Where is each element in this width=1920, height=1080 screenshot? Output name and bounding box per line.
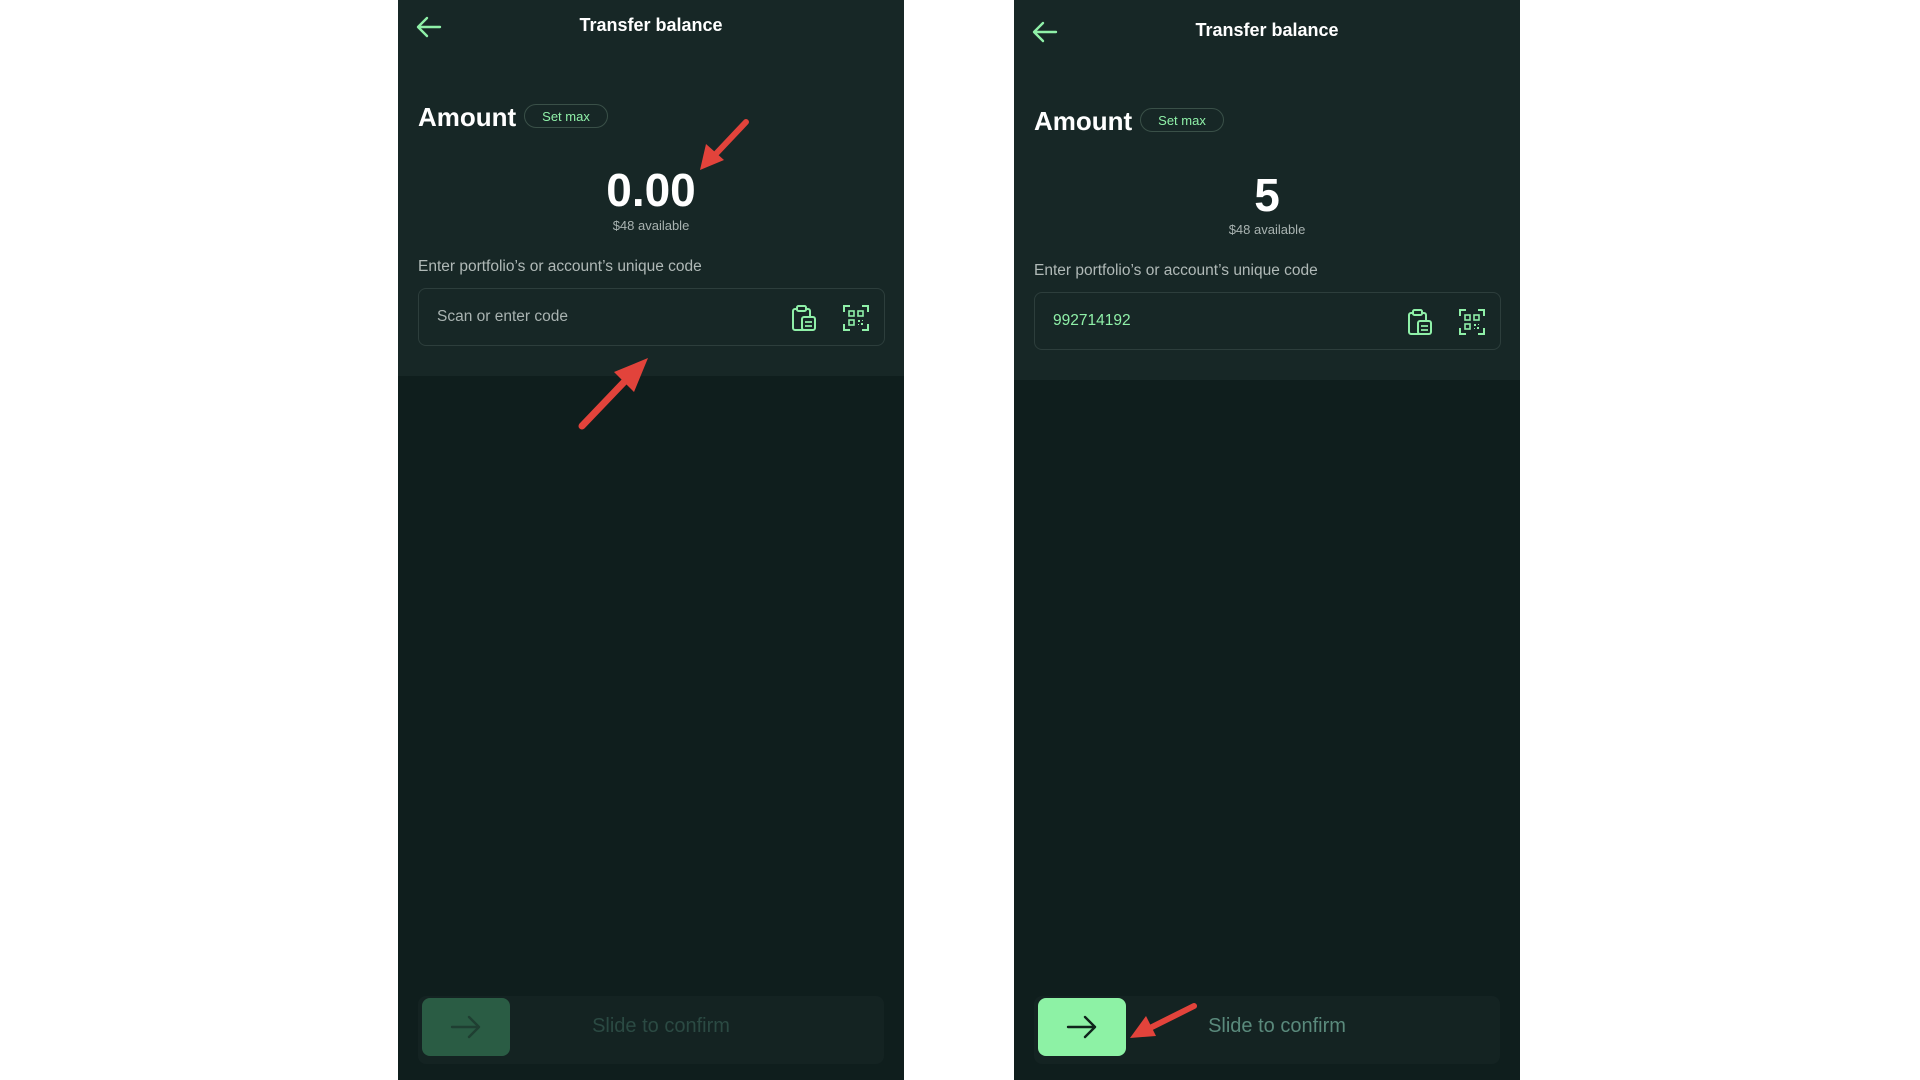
code-field-label: Enter portfolio’s or account’s unique co… [418, 258, 702, 275]
amount-value[interactable]: 0.00 [398, 163, 904, 217]
code-field-label: Enter portfolio’s or account’s unique co… [1034, 262, 1318, 279]
available-balance: $48 available [612, 218, 690, 233]
transfer-screen-after: Transfer balance Amount Set max 5 $48 av… [1014, 0, 1520, 1080]
slider-label: Slide to confirm [592, 1015, 730, 1037]
scan-button[interactable] [1457, 307, 1487, 337]
code-input[interactable]: 992714192 [1034, 292, 1501, 350]
amount-label: Amount [418, 102, 517, 132]
clipboard-paste-icon [1408, 309, 1432, 335]
slide-to-confirm[interactable]: Slide to confirm [418, 996, 884, 1064]
clipboard-paste-icon [792, 305, 816, 331]
qr-scan-icon [1459, 309, 1485, 335]
transfer-screen-before: Transfer balance Amount Set max 0.00 $48… [398, 0, 904, 1080]
set-max-button[interactable]: Set max [1140, 108, 1224, 132]
paste-button[interactable] [789, 303, 819, 333]
qr-scan-icon [843, 305, 869, 331]
slide-to-confirm[interactable]: Slide to confirm [1034, 996, 1500, 1064]
slider-label: Slide to confirm [1208, 1015, 1346, 1037]
scan-button[interactable] [841, 303, 871, 333]
set-max-button[interactable]: Set max [524, 104, 608, 128]
page-title: Transfer balance [1195, 20, 1339, 40]
amount-value[interactable]: 5 [1014, 168, 1520, 222]
amount-label: Amount [1034, 106, 1133, 136]
available-balance: $48 available [1228, 222, 1306, 237]
code-value: 992714192 [1053, 312, 1131, 329]
code-placeholder: Scan or enter code [437, 308, 568, 325]
paste-button[interactable] [1405, 307, 1435, 337]
page-title: Transfer balance [579, 15, 723, 35]
code-input[interactable]: Scan or enter code [418, 288, 885, 346]
